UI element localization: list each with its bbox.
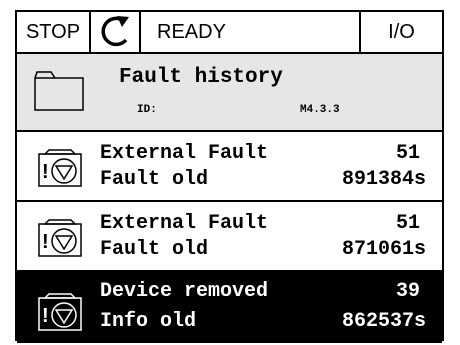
fault-name: Device removed [100, 280, 269, 303]
io-indicator: I/O [388, 21, 415, 43]
fault-status: Info old [100, 310, 197, 333]
svg-text:!: ! [42, 305, 49, 327]
fault-triangle-icon: ! [38, 149, 82, 187]
keypad-display: STOP READY I/O Fault history ID: M4.3.3 … [15, 10, 444, 343]
menu-id-label: ID: [137, 104, 157, 116]
stop-indicator: STOP [17, 12, 91, 52]
fault-list-item[interactable]: ! External Fault 51 Fault old 891384s [17, 132, 442, 202]
fault-list-item-selected[interactable]: ! Device removed 39 Info old 862537s [17, 272, 442, 343]
menu-header: Fault history ID: M4.3.3 [17, 54, 442, 132]
fault-name: External Fault [100, 142, 269, 165]
fault-list-item[interactable]: ! External Fault 51 Fault old 871061s [17, 202, 442, 272]
fault-code: 51 [395, 212, 420, 235]
fault-time: 871061s [341, 238, 426, 261]
svg-text:!: ! [42, 231, 49, 253]
svg-text:!: ! [42, 161, 49, 183]
status-bar: STOP READY I/O [17, 12, 442, 54]
fault-time: 862537s [341, 310, 426, 333]
drive-state: READY [141, 12, 361, 52]
fault-time: 891384s [341, 168, 426, 191]
fault-triangle-icon: ! [38, 219, 82, 257]
fault-status: Fault old [100, 238, 209, 261]
page-title: Fault history [119, 66, 283, 89]
fault-name: External Fault [100, 212, 269, 235]
fault-code: 39 [395, 280, 420, 303]
menu-id-value: M4.3.3 [300, 104, 340, 116]
fault-status: Fault old [100, 168, 209, 191]
fault-code: 51 [395, 142, 420, 165]
folder-icon [34, 71, 84, 111]
rotation-direction-icon [91, 12, 141, 52]
fault-triangle-icon: ! [38, 293, 82, 331]
